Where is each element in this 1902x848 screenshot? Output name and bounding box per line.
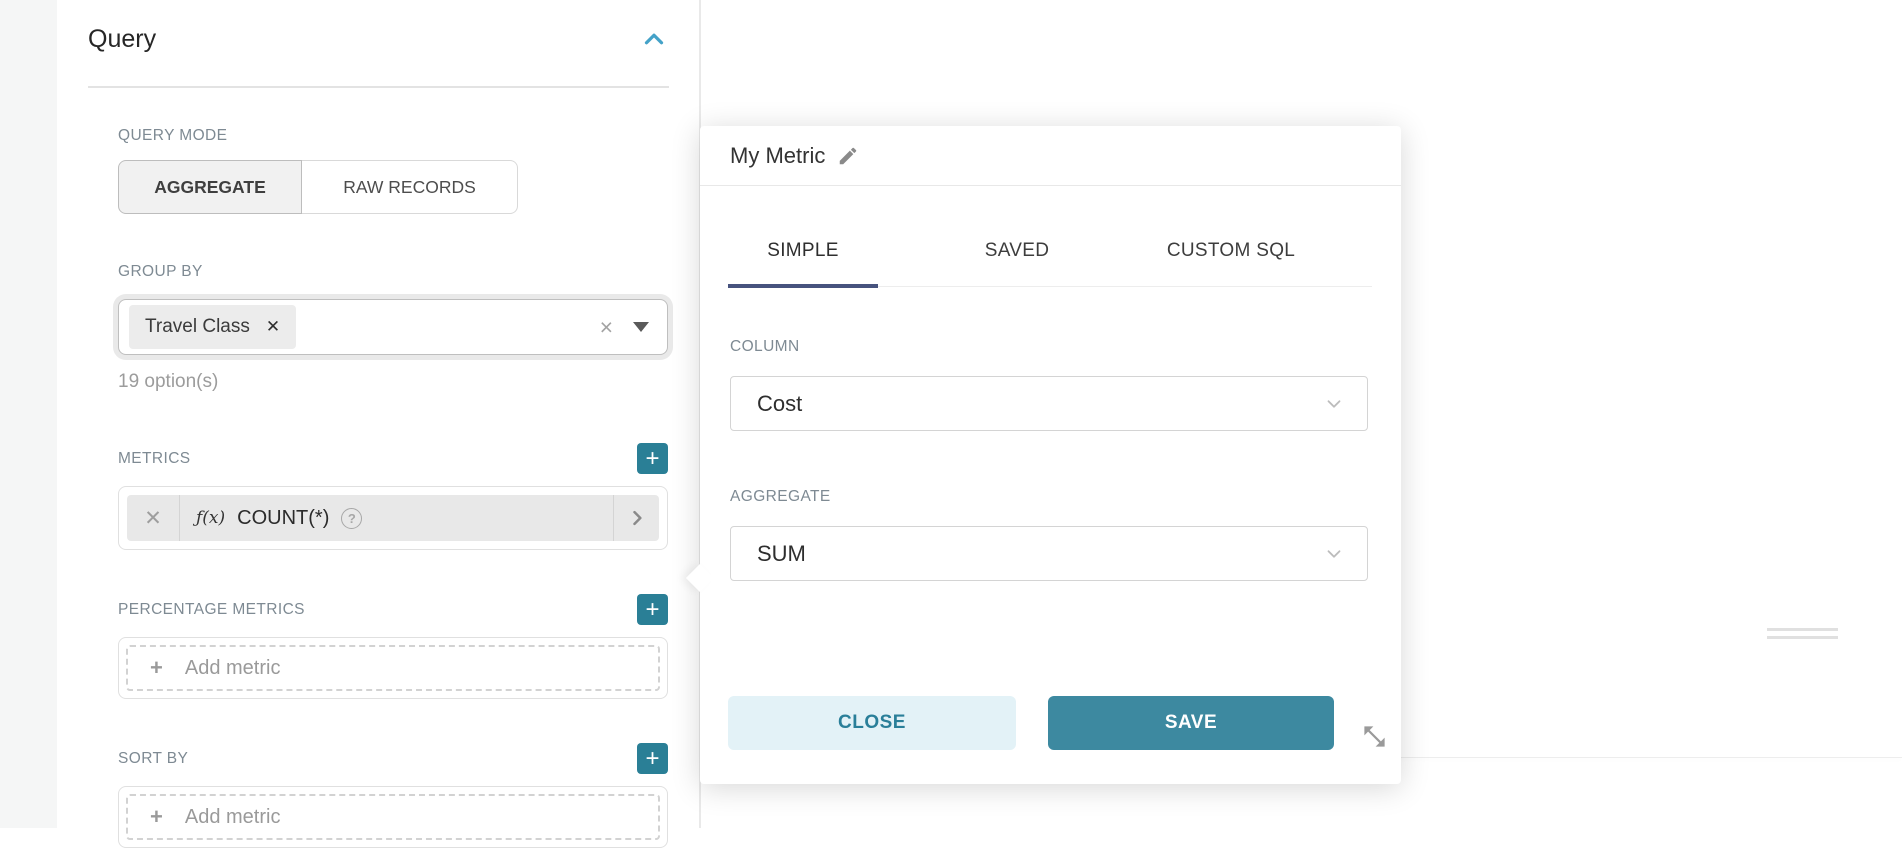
- collapse-section-button[interactable]: [639, 24, 669, 54]
- add-metric-placeholder: Add metric: [185, 657, 281, 680]
- popover-header: My Metric: [700, 126, 1401, 186]
- metric-edit-popover: My Metric SIMPLE SAVED CUSTOM SQL COLUMN…: [700, 126, 1401, 784]
- query-mode-label: QUERY MODE: [118, 127, 668, 145]
- chart-builder-screen: Query QUERY MODE AGGREGATE RAW RECORDS G…: [0, 0, 1902, 828]
- group-by-tag: Travel Class ✕: [129, 305, 296, 349]
- plus-icon: +: [150, 806, 163, 828]
- tab-saved[interactable]: SAVED: [942, 228, 1092, 286]
- help-glyph: ?: [348, 511, 356, 526]
- percentage-metrics-container: + Add metric: [118, 637, 668, 699]
- metrics-container: ✕ ƒ(x) COUNT(*) ?: [118, 486, 668, 550]
- add-percentage-metric-button[interactable]: +: [637, 594, 668, 625]
- resize-popover-handle[interactable]: [1358, 720, 1390, 752]
- caret-down-icon[interactable]: [633, 322, 649, 332]
- metrics-header: METRICS +: [118, 443, 668, 474]
- resize-diagonal-icon: [1361, 723, 1388, 750]
- query-panel-header: Query: [88, 20, 669, 58]
- drag-handle-line: [1767, 628, 1838, 631]
- pencil-icon: [837, 145, 859, 167]
- column-select[interactable]: Cost: [730, 376, 1368, 431]
- popover-title: My Metric: [730, 143, 825, 169]
- close-button[interactable]: CLOSE: [728, 696, 1016, 750]
- save-button[interactable]: SAVE: [1048, 696, 1334, 750]
- aggregate-label: AGGREGATE: [730, 488, 831, 506]
- query-mode-raw-records-button[interactable]: RAW RECORDS: [302, 160, 518, 214]
- drag-handle-line: [1767, 636, 1838, 639]
- column-label: COLUMN: [730, 338, 800, 356]
- tab-custom-sql[interactable]: CUSTOM SQL: [1156, 228, 1306, 286]
- metric-name: COUNT(*): [237, 507, 329, 530]
- plus-icon: +: [645, 447, 659, 471]
- query-panel-title: Query: [88, 25, 156, 54]
- metric-pill-body[interactable]: ƒ(x) COUNT(*) ?: [179, 495, 613, 541]
- aggregate-select-value: SUM: [757, 541, 806, 567]
- popover-tabs: SIMPLE SAVED CUSTOM SQL: [728, 228, 1372, 287]
- query-controls: QUERY MODE AGGREGATE RAW RECORDS GROUP B…: [118, 127, 668, 848]
- plus-icon: +: [150, 657, 163, 679]
- plus-icon: +: [645, 747, 659, 771]
- chevron-down-icon: [1323, 393, 1345, 415]
- query-mode-toggle: AGGREGATE RAW RECORDS: [118, 160, 518, 214]
- aggregate-select[interactable]: SUM: [730, 526, 1368, 581]
- group-by-label: GROUP BY: [118, 263, 668, 281]
- percentage-metrics-label: PERCENTAGE METRICS: [118, 601, 305, 619]
- select-controls: ×: [600, 316, 649, 339]
- group-by-options-hint: 19 option(s): [118, 371, 668, 393]
- sort-by-container: + Add metric: [118, 786, 668, 848]
- sort-by-drop-zone[interactable]: + Add metric: [126, 794, 660, 840]
- add-metric-button[interactable]: +: [637, 443, 668, 474]
- add-metric-placeholder: Add metric: [185, 806, 281, 829]
- plus-icon: +: [645, 598, 659, 622]
- percentage-metrics-header: PERCENTAGE METRICS +: [118, 594, 668, 625]
- sort-by-label: SORT BY: [118, 750, 188, 768]
- chart-card-bottom-edge: [1399, 757, 1902, 758]
- group-by-select[interactable]: Travel Class ✕ ×: [118, 299, 668, 355]
- query-panel: Query QUERY MODE AGGREGATE RAW RECORDS G…: [57, 0, 700, 828]
- tab-simple[interactable]: SIMPLE: [728, 228, 878, 286]
- header-divider: [88, 86, 669, 88]
- edit-title-button[interactable]: [837, 145, 859, 167]
- tag-remove-icon[interactable]: ✕: [266, 317, 280, 337]
- help-circle-icon: ?: [341, 508, 362, 529]
- metric-pill[interactable]: ✕ ƒ(x) COUNT(*) ?: [127, 495, 659, 541]
- left-rail: [0, 0, 57, 828]
- function-icon: ƒ(x): [196, 508, 225, 528]
- column-select-value: Cost: [757, 391, 802, 417]
- chevron-right-icon: [627, 508, 647, 528]
- add-sort-by-button[interactable]: +: [637, 743, 668, 774]
- chevron-up-icon: [639, 24, 669, 54]
- metrics-label: METRICS: [118, 450, 191, 468]
- clear-all-icon[interactable]: ×: [600, 316, 613, 339]
- metric-expand-button[interactable]: [613, 495, 659, 541]
- percentage-metrics-drop-zone[interactable]: + Add metric: [126, 645, 660, 691]
- query-mode-aggregate-button[interactable]: AGGREGATE: [118, 160, 302, 214]
- sort-by-header: SORT BY +: [118, 743, 668, 774]
- chevron-down-icon: [1323, 543, 1345, 565]
- group-by-tag-label: Travel Class: [145, 316, 250, 338]
- metric-remove-icon[interactable]: ✕: [127, 506, 179, 531]
